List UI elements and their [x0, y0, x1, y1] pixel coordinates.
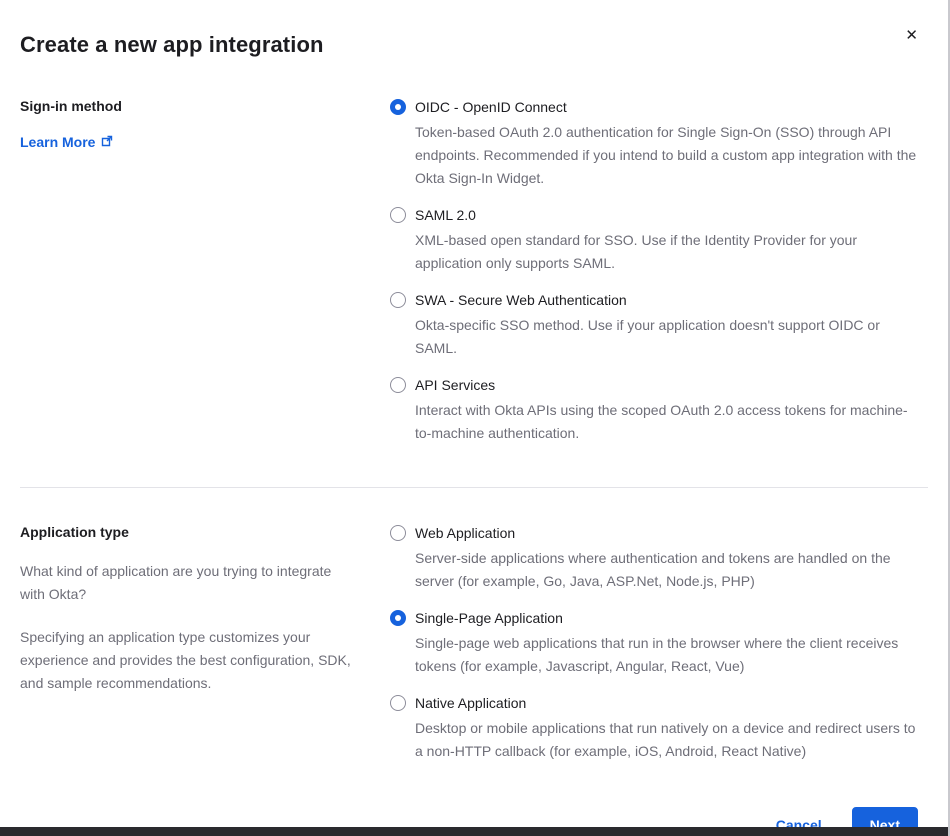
signin-method-options: OIDC - OpenID Connect Token-based OAuth … — [390, 98, 928, 445]
radio-texts: Native Application Desktop or mobile app… — [415, 694, 918, 763]
radio-label: SAML 2.0 — [415, 206, 918, 224]
radio-texts: API Services Interact with Okta APIs usi… — [415, 376, 918, 445]
application-type-options: Web Application Server-side applications… — [390, 524, 928, 763]
signin-method-left-col: Sign-in method Learn More — [20, 98, 390, 152]
app-integration-dialog: Create a new app integration ✕ Sign-in m… — [0, 0, 950, 836]
radio-label: SWA - Secure Web Authentication — [415, 291, 918, 309]
radio-description: Interact with Okta APIs using the scoped… — [415, 399, 918, 445]
learn-more-label: Learn More — [20, 134, 95, 150]
application-type-left-col: Application type What kind of applicatio… — [20, 524, 390, 695]
radio-option-oidc[interactable]: OIDC - OpenID Connect Token-based OAuth … — [390, 98, 918, 190]
radio-label: API Services — [415, 376, 918, 394]
modal-header: Create a new app integration ✕ — [20, 32, 928, 58]
radio-texts: Single-Page Application Single-page web … — [415, 609, 918, 678]
radio-option-saml[interactable]: SAML 2.0 XML-based open standard for SSO… — [390, 206, 918, 275]
radio-icon-web-application[interactable] — [390, 525, 406, 541]
learn-more-link[interactable]: Learn More — [20, 134, 113, 150]
radio-icon-saml[interactable] — [390, 207, 406, 223]
page-title: Create a new app integration — [20, 32, 898, 58]
radio-label: Native Application — [415, 694, 918, 712]
radio-icon-oidc[interactable] — [390, 99, 406, 115]
radio-option-native-application[interactable]: Native Application Desktop or mobile app… — [390, 694, 918, 763]
external-link-icon — [101, 134, 113, 150]
radio-icon-api-services[interactable] — [390, 377, 406, 393]
radio-description: Token-based OAuth 2.0 authentication for… — [415, 121, 918, 190]
radio-icon-native-application[interactable] — [390, 695, 406, 711]
radio-option-swa[interactable]: SWA - Secure Web Authentication Okta-spe… — [390, 291, 918, 360]
radio-option-web-application[interactable]: Web Application Server-side applications… — [390, 524, 918, 593]
signin-method-section: Sign-in method Learn More — [20, 98, 928, 445]
radio-icon-single-page-application[interactable] — [390, 610, 406, 626]
radio-description: XML-based open standard for SSO. Use if … — [415, 229, 918, 275]
radio-option-single-page-application[interactable]: Single-Page Application Single-page web … — [390, 609, 918, 678]
close-icon[interactable]: ✕ — [901, 24, 922, 47]
background-bottom-bar — [0, 827, 948, 836]
radio-texts: Web Application Server-side applications… — [415, 524, 918, 593]
radio-label: Web Application — [415, 524, 918, 542]
radio-description: Okta-specific SSO method. Use if your ap… — [415, 314, 918, 360]
radio-option-api-services[interactable]: API Services Interact with Okta APIs usi… — [390, 376, 918, 445]
radio-description: Desktop or mobile applications that run … — [415, 717, 918, 763]
application-type-note: Specifying an application type customize… — [20, 626, 360, 695]
radio-label: OIDC - OpenID Connect — [415, 98, 918, 116]
signin-method-label: Sign-in method — [20, 98, 360, 114]
application-type-question: What kind of application are you trying … — [20, 560, 360, 606]
radio-description: Single-page web applications that run in… — [415, 632, 918, 678]
signin-radio-group: OIDC - OpenID Connect Token-based OAuth … — [390, 98, 918, 445]
section-divider — [20, 487, 928, 488]
application-type-section: Application type What kind of applicatio… — [20, 524, 928, 763]
radio-texts: SAML 2.0 XML-based open standard for SSO… — [415, 206, 918, 275]
radio-texts: SWA - Secure Web Authentication Okta-spe… — [415, 291, 918, 360]
apptype-radio-group: Web Application Server-side applications… — [390, 524, 918, 763]
application-type-label: Application type — [20, 524, 360, 540]
radio-texts: OIDC - OpenID Connect Token-based OAuth … — [415, 98, 918, 190]
radio-icon-swa[interactable] — [390, 292, 406, 308]
radio-label: Single-Page Application — [415, 609, 918, 627]
radio-description: Server-side applications where authentic… — [415, 547, 918, 593]
modal-body: Create a new app integration ✕ Sign-in m… — [0, 0, 948, 836]
